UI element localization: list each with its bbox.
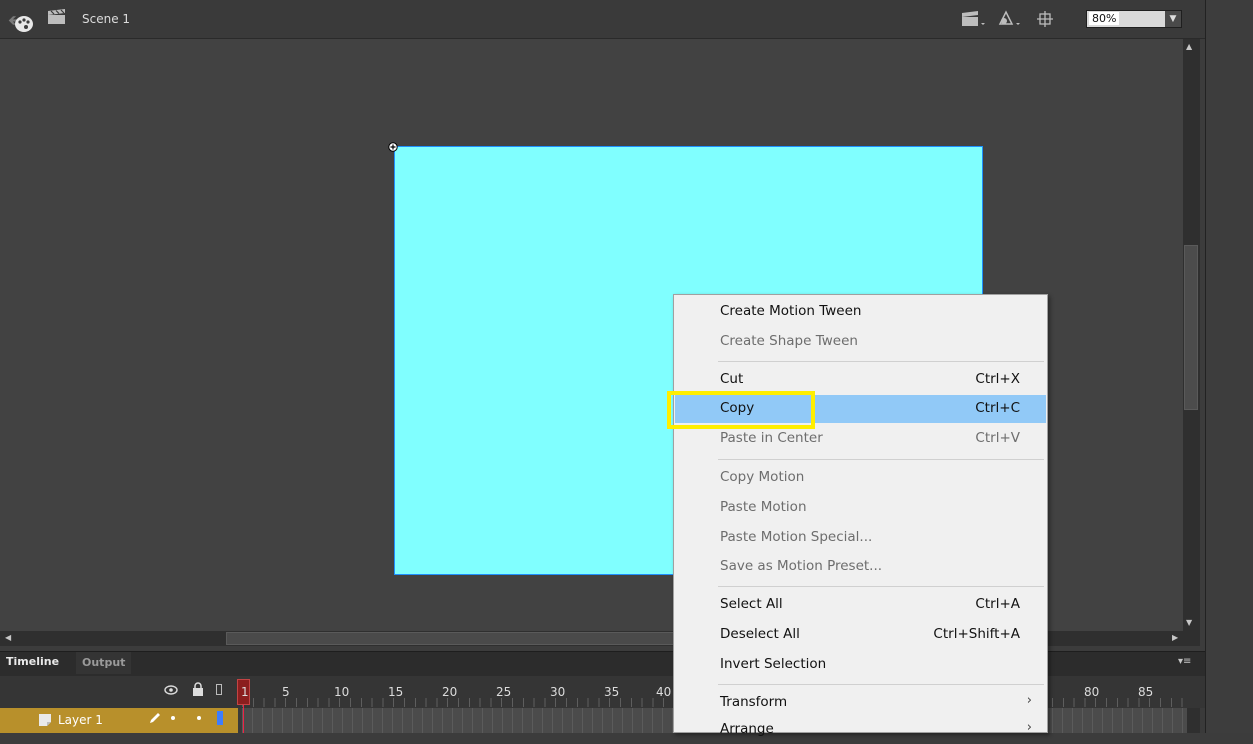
menu-item-shortcut: Ctrl+A [975, 596, 1020, 612]
frame-number: 40 [656, 685, 672, 699]
menu-item-label: Save as Motion Preset... [720, 558, 883, 574]
layer-row[interactable] [0, 708, 238, 733]
scene-label: Scene 1 [82, 12, 131, 26]
frame-number: 30 [550, 685, 566, 699]
scroll-left-icon[interactable]: ◀ [5, 633, 11, 642]
center-stage-icon[interactable] [1036, 10, 1054, 28]
chevron-down-icon[interactable]: ▼ [1165, 11, 1181, 27]
menu-separator [718, 586, 1044, 587]
menu-item-invert-selection[interactable]: Invert Selection [675, 651, 1046, 679]
frame-number: 80 [1084, 685, 1100, 699]
lock-icon[interactable] [192, 682, 204, 696]
scroll-right-icon[interactable]: ▶ [1172, 633, 1178, 642]
frame-number: 35 [604, 685, 620, 699]
menu-item-label: Copy Motion [720, 469, 805, 485]
menu-item-label: Paste Motion Special... [720, 529, 873, 545]
menu-item-copy-motion[interactable]: Copy Motion [675, 464, 1046, 492]
menu-item-label: Create Motion Tween [720, 303, 862, 319]
menu-item-label: Deselect All [720, 626, 800, 642]
menu-item-deselect-all[interactable]: Deselect All Ctrl+Shift+A [675, 621, 1046, 649]
layer-outline-color[interactable] [217, 711, 223, 725]
menu-item-create-shape-tween[interactable]: Create Shape Tween [675, 328, 1046, 356]
layer-name[interactable]: Layer 1 [58, 713, 103, 727]
menu-item-paste-motion[interactable]: Paste Motion [675, 494, 1046, 522]
frame-number: 5 [282, 685, 290, 699]
menu-item-label: Select All [720, 596, 783, 612]
menu-separator [718, 684, 1044, 685]
edit-bar [0, 0, 1205, 39]
color-palette-icon[interactable] [14, 14, 34, 34]
horizontal-scroll-thumb[interactable] [226, 632, 746, 645]
zoom-dropdown[interactable]: 80% ▼ [1086, 10, 1182, 28]
tab-timeline[interactable]: Timeline [6, 655, 59, 668]
menu-item-create-motion-tween[interactable]: Create Motion Tween [675, 298, 1046, 326]
menu-item-paste-motion-special[interactable]: Paste Motion Special... [675, 524, 1046, 552]
visibility-dot[interactable] [171, 716, 175, 720]
menu-item-label: Cut [720, 371, 744, 387]
menu-item-label: Invert Selection [720, 656, 827, 672]
menu-item-label: Paste in Center [720, 430, 823, 446]
menu-item-label: Paste Motion [720, 499, 807, 515]
panel-menu-icon[interactable]: ▾≡ [1178, 656, 1191, 667]
panel-dock [1205, 0, 1253, 733]
show-hide-eye-icon[interactable] [164, 684, 178, 696]
lock-dot[interactable] [197, 716, 201, 720]
scroll-up-icon[interactable]: ▲ [1186, 42, 1192, 51]
frame-number: 10 [334, 685, 350, 699]
playhead-line [243, 705, 244, 733]
layer-page-icon [39, 714, 51, 726]
context-menu: Create Motion Tween Create Shape Tween C… [673, 294, 1048, 737]
edit-symbols-icon[interactable] [996, 10, 1024, 28]
menu-item-shortcut: Ctrl+C [975, 400, 1020, 416]
registration-point-icon [388, 142, 398, 152]
menu-item-cut[interactable]: Cut Ctrl+X [675, 366, 1046, 394]
zoom-value[interactable]: 80% [1089, 12, 1120, 25]
frame-number: 20 [442, 685, 458, 699]
frame-number: 85 [1138, 685, 1154, 699]
menu-item-select-all[interactable]: Select All Ctrl+A [675, 591, 1046, 619]
menu-item-shortcut: Ctrl+X [975, 371, 1020, 387]
menu-item-transform[interactable]: Transform › [675, 689, 1046, 717]
menu-item-arrange[interactable]: Arrange › [675, 716, 1046, 744]
tab-output[interactable]: Output [76, 652, 132, 674]
menu-item-paste-in-center[interactable]: Paste in Center Ctrl+V [675, 425, 1046, 453]
pencil-icon [150, 713, 160, 723]
annotation-highlight-box [667, 391, 815, 429]
timeline-scrollbar[interactable] [1187, 708, 1200, 733]
menu-item-shortcut: Ctrl+Shift+A [933, 626, 1020, 642]
menu-item-label: Create Shape Tween [720, 333, 858, 349]
chevron-right-icon: › [1026, 693, 1032, 708]
scene-clapper-icon [48, 9, 65, 24]
frame-number: 25 [496, 685, 512, 699]
menu-item-save-as-motion-preset[interactable]: Save as Motion Preset... [675, 553, 1046, 581]
frame-number: 1 [241, 685, 249, 699]
menu-separator [718, 361, 1044, 362]
frame-number: 15 [388, 685, 404, 699]
menu-item-label: Arrange [720, 721, 774, 737]
vertical-scroll-thumb[interactable] [1184, 245, 1198, 410]
scroll-down-icon[interactable]: ▼ [1186, 618, 1192, 627]
menu-item-shortcut: Ctrl+V [975, 430, 1020, 446]
edit-scene-icon[interactable] [960, 10, 988, 28]
menu-separator [718, 459, 1044, 460]
menu-item-label: Transform [720, 694, 788, 710]
outline-toggle-icon[interactable] [216, 684, 222, 695]
